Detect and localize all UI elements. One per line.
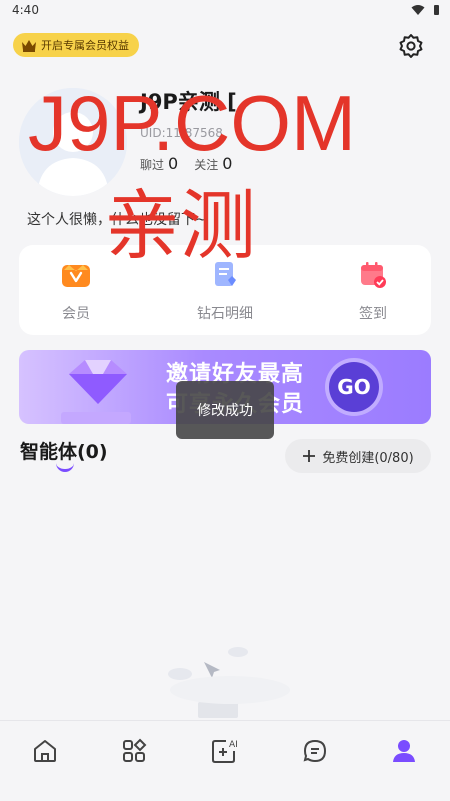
bottom-tab-bar: AI (0, 720, 450, 801)
agents-title-underline (56, 463, 74, 472)
tab-profile[interactable] (384, 735, 424, 767)
apps-icon (123, 738, 147, 762)
watermark-text: 亲测 (104, 181, 256, 270)
ai-create-icon: AI (212, 740, 238, 763)
vip-icon (62, 265, 90, 287)
battery-icon (434, 5, 439, 15)
status-icons (411, 4, 440, 16)
vip-action-label: 会员 (62, 306, 90, 322)
status-bar: 4:40 (0, 0, 450, 22)
tab-apps[interactable] (114, 735, 154, 767)
checkin-action[interactable]: 签到 (313, 259, 433, 323)
home-icon (34, 740, 56, 762)
toast-message: 修改成功 (176, 381, 274, 439)
svg-text:AI: AI (229, 740, 238, 750)
diamond-gift-icon (61, 360, 131, 424)
plus-icon (303, 450, 316, 462)
empty-state-illustration (168, 647, 290, 718)
profile-icon (393, 740, 415, 762)
watermark-domain: J9P.COM (28, 79, 356, 167)
wifi-icon (411, 5, 425, 15)
tab-ai-create[interactable]: AI (205, 735, 245, 767)
gear-icon (399, 34, 423, 58)
vip-benefits-label: 开启专属会员权益 (41, 39, 129, 52)
tab-home[interactable] (25, 735, 65, 767)
diamond-detail-label: 钻石明细 (197, 306, 253, 322)
create-agent-button[interactable]: 免费创建(0/80) (285, 439, 431, 473)
crown-icon (22, 39, 36, 52)
checkin-label: 签到 (359, 306, 387, 322)
vip-benefits-button[interactable]: 开启专属会员权益 (13, 33, 139, 57)
checkin-icon (361, 262, 386, 288)
status-time: 4:40 (12, 3, 39, 17)
settings-button[interactable] (396, 31, 426, 61)
create-agent-label: 免费创建(0/80) (322, 450, 414, 466)
agents-title: 智能体(0) (20, 441, 108, 463)
chat-icon (303, 739, 327, 763)
banner-go-button[interactable]: GO (329, 362, 379, 412)
tab-messages[interactable] (295, 735, 335, 767)
